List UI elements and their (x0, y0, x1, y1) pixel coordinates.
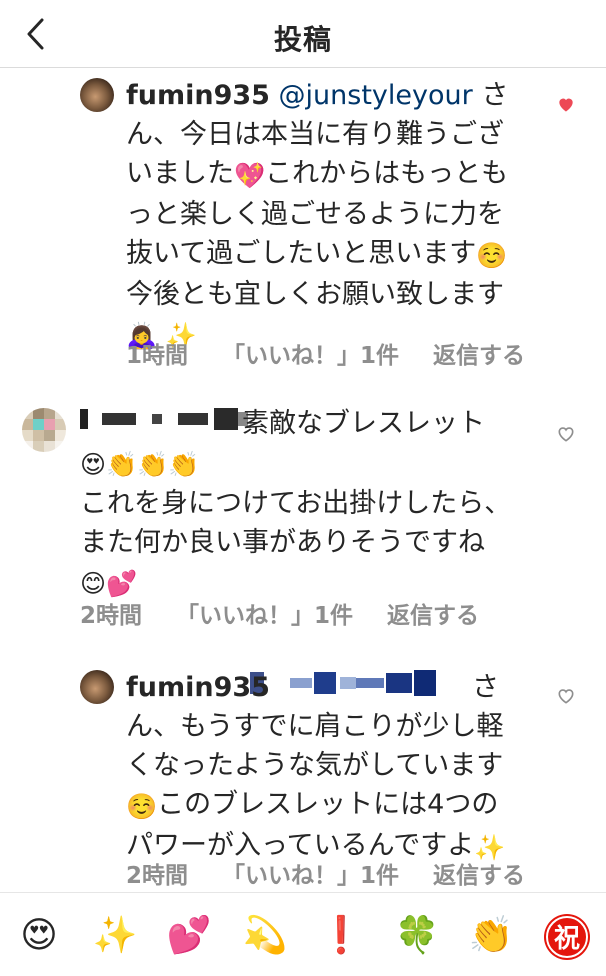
comment-text: 素敵なブレスレット 😍👏👏👏 これを身につけてお出掛けしたら、 また何か良い事が… (80, 404, 540, 603)
clover-emoji-button[interactable]: 🍀 (392, 911, 442, 961)
like-heart-outline-icon[interactable] (556, 686, 576, 706)
comment-time: 2時間 (80, 603, 143, 629)
heart-eyes-emoji: 😍 (80, 450, 107, 479)
clapping-hands-emoji: 👏 (106, 450, 138, 479)
dizzy-emoji-button[interactable]: 💫 (240, 911, 290, 961)
likes-count-link[interactable]: 「いいね！」1件 (176, 603, 353, 629)
heart-eyes-emoji-button[interactable]: 😍 (14, 911, 64, 961)
username-link[interactable]: fumin935 (126, 80, 270, 111)
comment-time: 1時間 (126, 343, 189, 369)
comment-text: fumin935 さ ん、もうすでに肩こりが少し軽 くなったような気がしています … (126, 668, 526, 867)
reply-button[interactable]: 返信する (433, 863, 525, 889)
clapping-hands-emoji: 👏 (137, 450, 169, 479)
congratulations-emoji-button[interactable]: 祝 (542, 911, 592, 961)
reply-button[interactable]: 返信する (433, 343, 525, 369)
comment-text: fumin935 @junstyleyour さん、今日は本当に有り難うござ い… (126, 76, 531, 355)
reply-button[interactable]: 返信する (387, 603, 479, 629)
top-nav-bar: 投稿 (0, 0, 606, 68)
exclamation-emoji-button[interactable]: ❗ (316, 911, 366, 961)
avatar[interactable] (22, 408, 66, 452)
two-hearts-emoji-button[interactable]: 💕 (164, 911, 214, 961)
like-heart-filled-icon[interactable] (556, 94, 576, 114)
comment-meta: 2時間 「いいね！」1件 返信する (126, 856, 559, 890)
mention-link[interactable]: @junstyleyour (279, 80, 473, 111)
comment-meta: 1時間 「いいね！」1件 返信する (126, 336, 559, 370)
comment-item: fumin935 @junstyleyour さん、今日は本当に有り難うござ い… (0, 70, 606, 370)
avatar[interactable] (80, 78, 114, 112)
comment-meta: 2時間 「いいね！」1件 返信する (80, 596, 513, 630)
sparkles-emoji-button[interactable]: ✨ (90, 911, 140, 961)
emoji-quick-bar: 😍 ✨ 💕 💫 ❗ 🍀 👏 祝 (0, 892, 606, 976)
comment-item: fumin935 さ ん、もうすでに肩こりが少し軽 くなったような気がしています … (0, 664, 606, 890)
like-heart-outline-icon[interactable] (556, 424, 576, 444)
avatar[interactable] (80, 670, 114, 704)
smiling-emoji: ☺️ (476, 241, 508, 270)
sparkling-heart-emoji: 💖 (234, 161, 266, 190)
likes-count-link[interactable]: 「いいね！」1件 (222, 343, 399, 369)
page-title: 投稿 (273, 23, 332, 56)
iwai-icon: 祝 (546, 916, 588, 958)
likes-count-link[interactable]: 「いいね！」1件 (222, 863, 399, 889)
comment-item: 素敵なブレスレット 😍👏👏👏 これを身につけてお出掛けしたら、 また何か良い事が… (0, 398, 606, 638)
comment-time: 2時間 (126, 863, 189, 889)
clapping-hands-emoji: 👏 (168, 450, 200, 479)
smiling-emoji: ☺️ (126, 792, 158, 821)
username-link[interactable]: fumin935 (126, 672, 270, 703)
clapping-hands-emoji-button[interactable]: 👏 (466, 911, 516, 961)
